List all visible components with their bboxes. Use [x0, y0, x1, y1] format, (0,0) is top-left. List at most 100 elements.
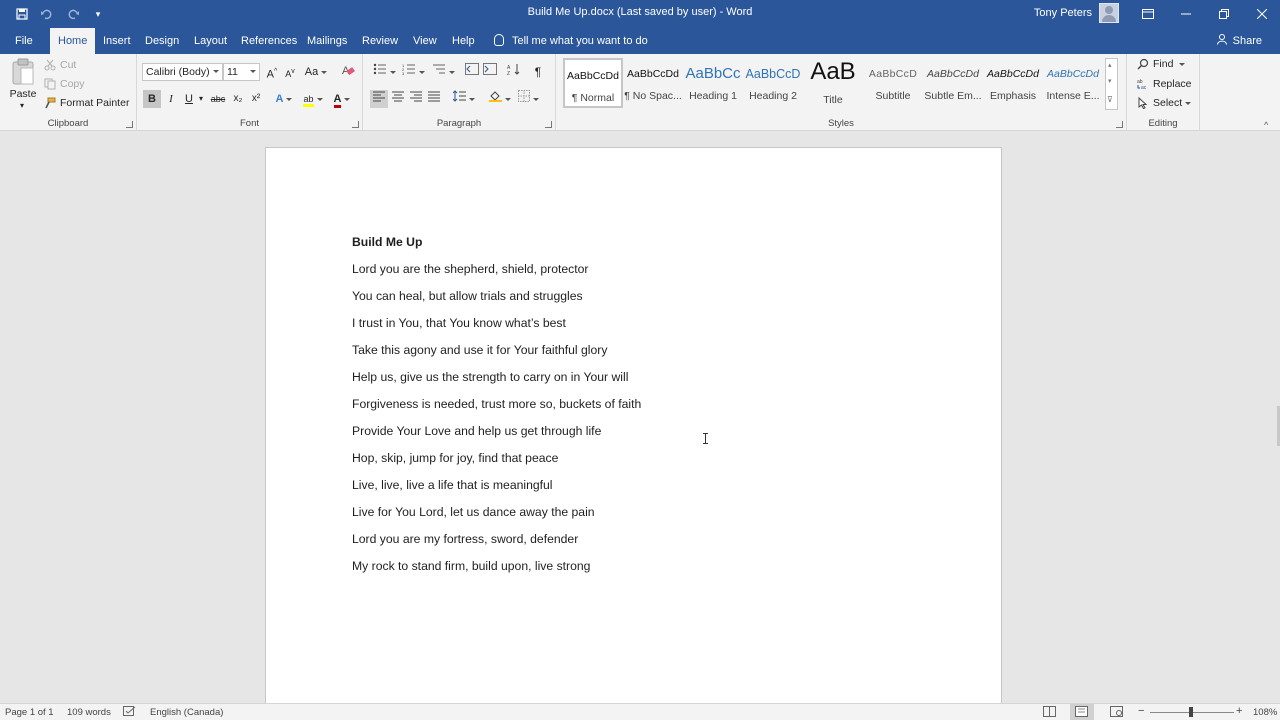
- share-button[interactable]: Share: [1216, 28, 1262, 54]
- more-styles-icon[interactable]: ⊽: [1107, 95, 1113, 104]
- text-effects-button[interactable]: A: [272, 90, 296, 108]
- language[interactable]: English (Canada): [150, 707, 223, 718]
- document-line[interactable]: Forgiveness is needed, trust more so, bu…: [352, 397, 641, 411]
- proofing-icon[interactable]: [123, 706, 136, 720]
- dialog-launcher-icon[interactable]: [352, 121, 359, 128]
- collapse-ribbon-icon[interactable]: ^: [1264, 120, 1268, 130]
- replace-button[interactable]: ab ac Replace: [1137, 78, 1192, 91]
- chevron-down-icon[interactable]: ▾: [1108, 77, 1112, 85]
- align-center-icon[interactable]: [389, 90, 407, 108]
- minimize-icon[interactable]: [1167, 0, 1205, 28]
- zoom-slider-handle[interactable]: [1189, 707, 1193, 717]
- ribbon-display-icon[interactable]: [1129, 0, 1167, 28]
- tab-view[interactable]: View: [405, 28, 445, 54]
- document-line[interactable]: Live, live, live a life that is meaningf…: [352, 478, 553, 492]
- document-line[interactable]: Take this agony and use it for Your fait…: [352, 343, 607, 357]
- document-line[interactable]: You can heal, but allow trials and strug…: [352, 289, 583, 303]
- bold-button[interactable]: B: [143, 90, 161, 108]
- document-line[interactable]: My rock to stand firm, build upon, live …: [352, 559, 590, 573]
- style-heading-2[interactable]: AaBbCcD Heading 2: [743, 58, 803, 108]
- document-line[interactable]: Help us, give us the strength to carry o…: [352, 370, 628, 384]
- highlight-button[interactable]: ab: [300, 90, 326, 108]
- paste-button[interactable]: Paste ▾: [8, 58, 38, 112]
- page-count[interactable]: Page 1 of 1: [5, 707, 54, 718]
- find-button[interactable]: Find: [1137, 58, 1186, 70]
- document-page[interactable]: Build Me Up Lord you are the shepherd, s…: [265, 147, 1002, 720]
- multilevel-list-button[interactable]: [429, 63, 457, 81]
- style-intense-emphasis[interactable]: AaBbCcDd Intense E...: [1043, 58, 1103, 108]
- borders-button[interactable]: [515, 90, 541, 108]
- style-subtitle[interactable]: AaBbCcD Subtitle: [863, 58, 923, 108]
- dialog-launcher-icon[interactable]: [1116, 121, 1123, 128]
- style-subtle-emphasis[interactable]: AaBbCcDd Subtle Em...: [923, 58, 983, 108]
- chevron-up-icon[interactable]: ▴: [1108, 61, 1112, 69]
- tell-me-box[interactable]: Tell me what you want to do: [494, 28, 648, 54]
- select-button[interactable]: Select: [1137, 96, 1192, 110]
- save-icon[interactable]: [12, 4, 32, 24]
- style-no-spacing[interactable]: AaBbCcDd ¶ No Spac...: [623, 58, 683, 108]
- customize-icon[interactable]: ▾: [88, 4, 108, 24]
- dialog-launcher-icon[interactable]: [126, 121, 133, 128]
- zoom-out-button[interactable]: −: [1138, 705, 1144, 717]
- read-mode-icon[interactable]: [1043, 706, 1056, 720]
- tab-review[interactable]: Review: [354, 28, 406, 54]
- shrink-font-button[interactable]: Av: [281, 63, 299, 81]
- print-layout-icon[interactable]: [1070, 704, 1094, 720]
- change-case-button[interactable]: Aa: [304, 63, 328, 81]
- avatar[interactable]: [1099, 3, 1119, 23]
- web-layout-icon[interactable]: [1110, 706, 1123, 720]
- undo-icon[interactable]: [36, 4, 56, 24]
- dialog-launcher-icon[interactable]: [545, 121, 552, 128]
- align-right-icon[interactable]: [407, 90, 425, 108]
- decrease-indent-icon[interactable]: [463, 63, 481, 81]
- sort-icon[interactable]: AZ: [505, 63, 523, 81]
- increase-indent-icon[interactable]: [481, 63, 499, 81]
- font-size-select[interactable]: 11: [223, 63, 260, 81]
- tab-help[interactable]: Help: [444, 28, 483, 54]
- user-name[interactable]: Tony Peters: [1034, 7, 1092, 19]
- redo-icon[interactable]: [64, 4, 84, 24]
- superscript-button[interactable]: x²: [247, 90, 265, 108]
- subscript-button[interactable]: x₂: [229, 90, 247, 108]
- align-left-icon[interactable]: [370, 90, 388, 108]
- tab-references[interactable]: References: [233, 28, 305, 54]
- bullets-button[interactable]: [370, 63, 398, 81]
- style-title[interactable]: AaB Title: [803, 58, 863, 108]
- tab-file[interactable]: File: [7, 28, 41, 54]
- clear-formatting-icon[interactable]: A: [339, 63, 357, 81]
- chevron-down-icon[interactable]: ▾: [199, 94, 203, 103]
- shading-button[interactable]: [487, 90, 513, 108]
- document-area[interactable]: Build Me Up Lord you are the shepherd, s…: [0, 131, 1280, 720]
- document-line[interactable]: Lord you are the shepherd, shield, prote…: [352, 262, 588, 276]
- word-count[interactable]: 109 words: [67, 707, 111, 718]
- font-name-select[interactable]: Calibri (Body): [142, 63, 223, 81]
- font-color-button[interactable]: A: [329, 90, 355, 108]
- zoom-level[interactable]: 108%: [1253, 707, 1277, 718]
- tab-insert[interactable]: Insert: [95, 28, 139, 54]
- style-normal[interactable]: AaBbCcDd ¶ Normal: [563, 58, 623, 108]
- numbering-button[interactable]: 123: [399, 63, 427, 81]
- zoom-in-button[interactable]: +: [1236, 705, 1242, 717]
- restore-icon[interactable]: [1205, 0, 1243, 28]
- close-icon[interactable]: [1243, 0, 1280, 28]
- strikethrough-button[interactable]: abc: [208, 90, 228, 108]
- document-line[interactable]: Lord you are my fortress, sword, defende…: [352, 532, 578, 546]
- justify-icon[interactable]: [425, 90, 443, 108]
- document-line[interactable]: Hop, skip, jump for joy, find that peace: [352, 451, 558, 465]
- tab-mailings[interactable]: Mailings: [299, 28, 355, 54]
- document-title[interactable]: Build Me Up: [352, 235, 422, 249]
- underline-button[interactable]: U: [180, 90, 198, 108]
- line-spacing-button[interactable]: [451, 90, 477, 108]
- tab-layout[interactable]: Layout: [186, 28, 235, 54]
- cut-button[interactable]: Cut: [44, 59, 76, 71]
- document-line[interactable]: I trust in You, that You know what’s bes…: [352, 316, 566, 330]
- show-formatting-button[interactable]: ¶: [529, 63, 547, 81]
- tab-design[interactable]: Design: [137, 28, 187, 54]
- document-line[interactable]: Provide Your Love and help us get throug…: [352, 424, 601, 438]
- format-painter-button[interactable]: Format Painter: [44, 97, 129, 109]
- style-emphasis[interactable]: AaBbCcDd Emphasis: [983, 58, 1043, 108]
- italic-button[interactable]: I: [162, 90, 180, 108]
- tab-home[interactable]: Home: [50, 28, 96, 54]
- styles-scroll[interactable]: ▴ ▾ ⊽: [1105, 58, 1118, 110]
- document-line[interactable]: Live for You Lord, let us dance away the…: [352, 505, 595, 519]
